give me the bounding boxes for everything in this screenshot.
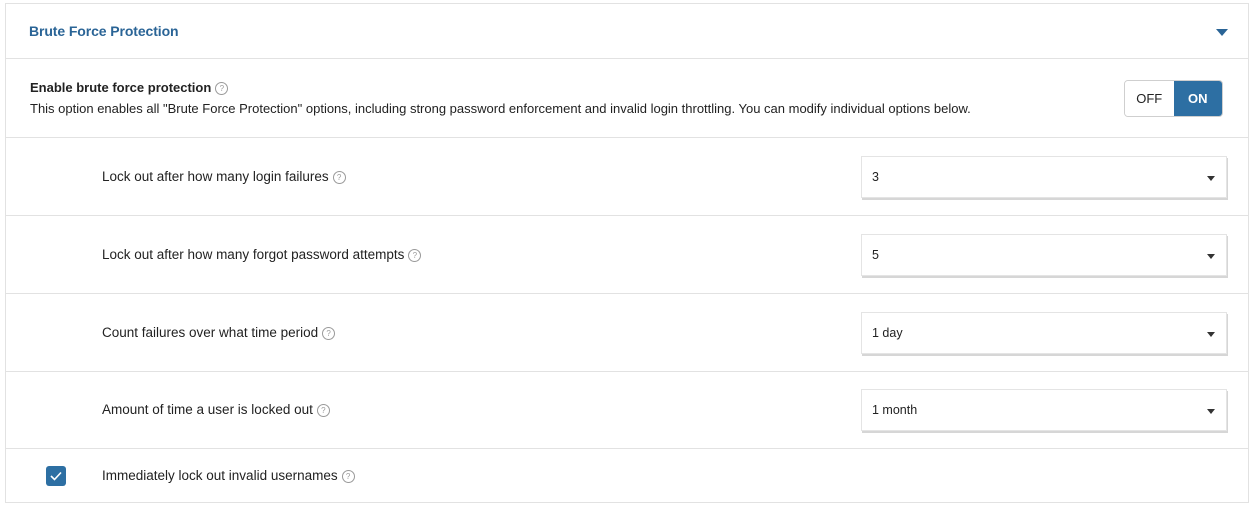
panel-title: Brute Force Protection [29,23,179,39]
caret-down-icon [1207,332,1215,337]
select-value: 5 [872,248,879,262]
setting-label-text: Lock out after how many login failures [102,169,329,184]
setting-label: Lock out after how many login failures? [102,169,346,184]
setting-label-text: Amount of time a user is locked out [102,402,313,417]
help-icon[interactable]: ? [341,470,355,483]
setting-label: Lock out after how many forgot password … [102,247,422,262]
time-period-select[interactable]: 1 day [861,312,1227,354]
select-value: 3 [872,170,879,184]
caret-down-icon [1207,409,1215,414]
setting-label-text: Count failures over what time period [102,325,319,340]
panel-header[interactable]: Brute Force Protection [6,4,1248,59]
setting-row-forgot-password: Lock out after how many forgot password … [6,216,1248,294]
select-value: 1 day [872,326,903,340]
caret-down-icon [1207,254,1215,259]
caret-down-icon[interactable] [1216,29,1228,36]
lock-invalid-usernames-checkbox[interactable] [46,466,66,486]
help-icon[interactable]: ? [322,327,336,340]
toggle-off-button[interactable]: OFF [1125,81,1174,116]
setting-label: Count failures over what time period? [102,325,336,340]
on-off-toggle[interactable]: OFF ON [1124,80,1223,117]
setting-row-time-period: Count failures over what time period? 1 … [6,294,1248,372]
invalid-usernames-row: Immediately lock out invalid usernames? [6,448,1248,503]
help-icon[interactable]: ? [408,249,422,262]
setting-label: Amount of time a user is locked out? [102,402,330,417]
select-value: 1 month [872,403,918,417]
checkmark-icon [50,471,62,481]
toggle-on-button[interactable]: ON [1173,81,1222,116]
enable-title: Enable brute force protection? [30,80,229,95]
setting-row-login-failures: Lock out after how many login failures? … [6,138,1248,216]
help-icon[interactable]: ? [215,82,229,95]
checkbox-label-text: Immediately lock out invalid usernames [102,468,338,483]
enable-description: This option enables all "Brute Force Pro… [30,101,971,116]
help-icon[interactable]: ? [316,404,330,417]
enable-brute-force-row: Enable brute force protection? This opti… [6,59,1248,138]
login-failures-select[interactable]: 3 [861,156,1227,198]
caret-down-icon [1207,176,1215,181]
enable-title-text: Enable brute force protection [30,80,212,95]
brute-force-panel: Brute Force Protection Enable brute forc… [5,3,1249,503]
lockout-duration-select[interactable]: 1 month [861,389,1227,431]
checkbox-label: Immediately lock out invalid usernames? [102,468,355,483]
setting-label-text: Lock out after how many forgot password … [102,247,405,262]
forgot-password-select[interactable]: 5 [861,234,1227,276]
help-icon[interactable]: ? [332,171,346,184]
setting-row-lockout-duration: Amount of time a user is locked out? 1 m… [6,371,1248,449]
